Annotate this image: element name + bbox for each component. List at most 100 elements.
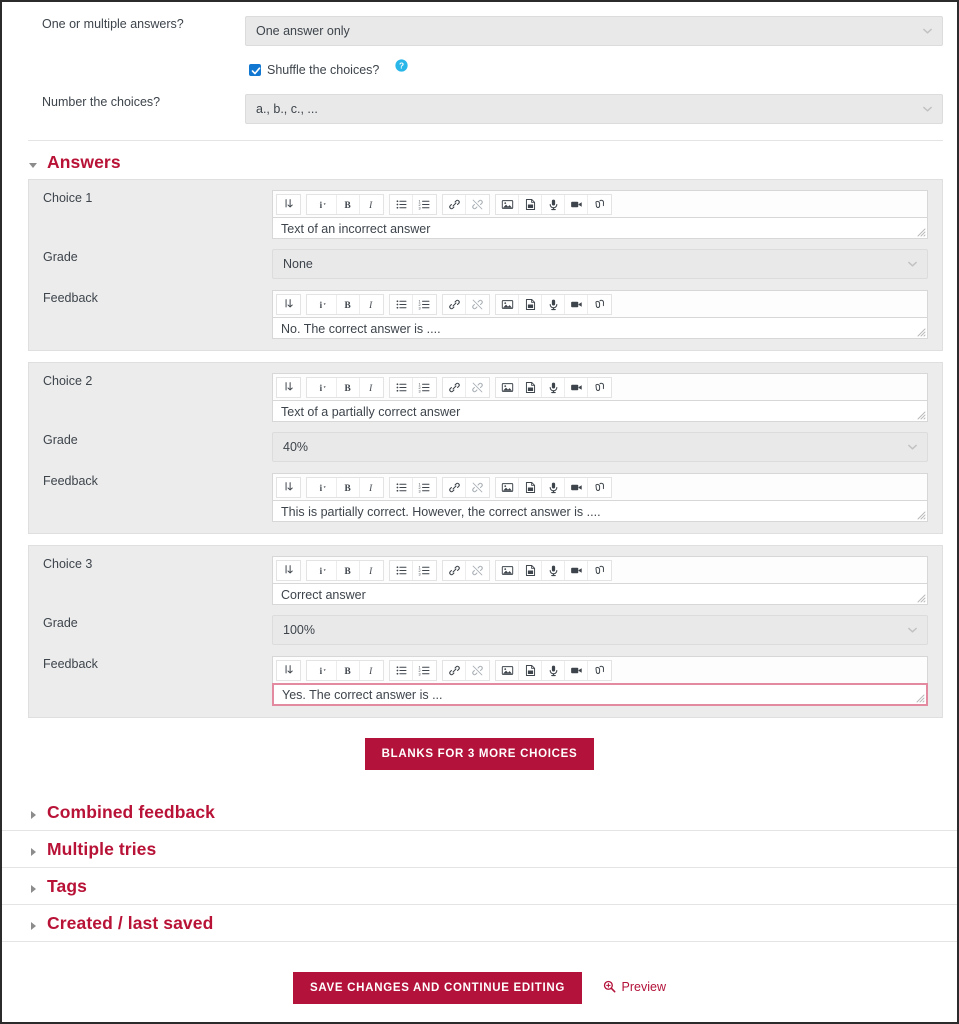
- choice-text-input[interactable]: Correct answer: [272, 583, 928, 605]
- toolbar-button-link[interactable]: [443, 194, 466, 214]
- toolbar-button-numbered-list[interactable]: 123: [413, 195, 436, 214]
- chevron-right-icon[interactable]: [28, 881, 38, 893]
- toolbar-button-bold[interactable]: B: [337, 377, 360, 397]
- toolbar-button-microphone[interactable]: [542, 377, 565, 397]
- toolbar-button-numbered-list[interactable]: 123: [413, 661, 436, 680]
- answers-type-select[interactable]: One answer only: [245, 16, 943, 46]
- toolbar-button-numbered-list[interactable]: 123: [413, 295, 436, 314]
- toolbar-button-link[interactable]: [443, 477, 466, 497]
- section-title-answers[interactable]: Answers: [47, 152, 121, 173]
- section-title[interactable]: Tags: [47, 876, 87, 897]
- toolbar-button-file[interactable]: [519, 377, 542, 397]
- toolbar-button-image[interactable]: [496, 294, 519, 314]
- toolbar-button-manage-files[interactable]: [588, 195, 611, 214]
- section-header-collapsed[interactable]: Multiple tries: [2, 831, 957, 868]
- toolbar-button-image[interactable]: [496, 194, 519, 214]
- chevron-right-icon[interactable]: [28, 918, 38, 930]
- help-circle-icon[interactable]: ?: [395, 58, 408, 72]
- toolbar-button-unlink[interactable]: [466, 195, 489, 214]
- toolbar-button-italic[interactable]: I: [360, 295, 383, 314]
- numbering-select[interactable]: a., b., c., ...: [245, 94, 943, 124]
- toolbar-button-numbered-list[interactable]: 123: [413, 478, 436, 497]
- toolbar-button-manage-files[interactable]: [588, 561, 611, 580]
- toolbar-button-video-camera[interactable]: [565, 660, 588, 680]
- toolbar-button-italic[interactable]: I: [360, 478, 383, 497]
- preview-link[interactable]: Preview: [603, 980, 666, 994]
- section-title[interactable]: Created / last saved: [47, 913, 213, 934]
- choice-text-input[interactable]: Text of an incorrect answer: [272, 217, 928, 239]
- toolbar-button-file[interactable]: [519, 660, 542, 680]
- toolbar-button-info-dropdown[interactable]: i: [307, 660, 337, 680]
- chevron-right-icon[interactable]: [28, 807, 38, 819]
- toolbar-button-unlink[interactable]: [466, 378, 489, 397]
- toolbar-button-unlink[interactable]: [466, 478, 489, 497]
- toolbar-button-file[interactable]: [519, 560, 542, 580]
- toolbar-button-link[interactable]: [443, 294, 466, 314]
- toolbar-button-bold[interactable]: B: [337, 560, 360, 580]
- toolbar-button-video-camera[interactable]: [565, 377, 588, 397]
- toolbar-button-bold[interactable]: B: [337, 660, 360, 680]
- toolbar-button-video-camera[interactable]: [565, 560, 588, 580]
- toolbar-button-paragraph-style[interactable]: [277, 561, 300, 580]
- feedback-text-input[interactable]: This is partially correct. However, the …: [272, 500, 928, 522]
- toolbar-button-microphone[interactable]: [542, 294, 565, 314]
- toolbar-button-microphone[interactable]: [542, 477, 565, 497]
- toolbar-button-bullet-list[interactable]: [390, 377, 413, 397]
- toolbar-button-manage-files[interactable]: [588, 378, 611, 397]
- toolbar-button-info-dropdown[interactable]: i: [307, 194, 337, 214]
- toolbar-button-manage-files[interactable]: [588, 478, 611, 497]
- toolbar-button-bullet-list[interactable]: [390, 294, 413, 314]
- toolbar-button-image[interactable]: [496, 477, 519, 497]
- toolbar-button-unlink[interactable]: [466, 295, 489, 314]
- toolbar-button-link[interactable]: [443, 560, 466, 580]
- toolbar-button-video-camera[interactable]: [565, 294, 588, 314]
- toolbar-button-info-dropdown[interactable]: i: [307, 560, 337, 580]
- toolbar-button-bullet-list[interactable]: [390, 477, 413, 497]
- save-and-continue-button[interactable]: SAVE CHANGES AND CONTINUE EDITING: [293, 972, 583, 1004]
- toolbar-button-link[interactable]: [443, 377, 466, 397]
- toolbar-button-italic[interactable]: I: [360, 661, 383, 680]
- toolbar-button-paragraph-style[interactable]: [277, 478, 300, 497]
- toolbar-button-file[interactable]: [519, 477, 542, 497]
- toolbar-button-paragraph-style[interactable]: [277, 378, 300, 397]
- toolbar-button-file[interactable]: [519, 294, 542, 314]
- grade-select[interactable]: None: [272, 249, 928, 279]
- toolbar-button-unlink[interactable]: [466, 661, 489, 680]
- section-header-collapsed[interactable]: Tags: [2, 868, 957, 905]
- toolbar-button-paragraph-style[interactable]: [277, 195, 300, 214]
- toolbar-button-italic[interactable]: I: [360, 378, 383, 397]
- toolbar-button-bullet-list[interactable]: [390, 194, 413, 214]
- toolbar-button-link[interactable]: [443, 660, 466, 680]
- section-header-collapsed[interactable]: Combined feedback: [2, 794, 957, 831]
- toolbar-button-numbered-list[interactable]: 123: [413, 378, 436, 397]
- section-header-collapsed[interactable]: Created / last saved: [2, 905, 957, 942]
- toolbar-button-bullet-list[interactable]: [390, 660, 413, 680]
- toolbar-button-info-dropdown[interactable]: i: [307, 377, 337, 397]
- toolbar-button-italic[interactable]: I: [360, 561, 383, 580]
- toolbar-button-video-camera[interactable]: [565, 194, 588, 214]
- toolbar-button-manage-files[interactable]: [588, 661, 611, 680]
- chevron-right-icon[interactable]: [28, 844, 38, 856]
- blanks-for-more-choices-button[interactable]: BLANKS FOR 3 MORE CHOICES: [364, 738, 595, 770]
- toolbar-button-bold[interactable]: B: [337, 294, 360, 314]
- section-title[interactable]: Multiple tries: [47, 839, 156, 860]
- toolbar-button-microphone[interactable]: [542, 660, 565, 680]
- toolbar-button-bold[interactable]: B: [337, 194, 360, 214]
- choice-text-input[interactable]: Text of a partially correct answer: [272, 400, 928, 422]
- toolbar-button-paragraph-style[interactable]: [277, 661, 300, 680]
- shuffle-checkbox[interactable]: [249, 64, 261, 76]
- toolbar-button-numbered-list[interactable]: 123: [413, 561, 436, 580]
- grade-select[interactable]: 100%: [272, 615, 928, 645]
- toolbar-button-microphone[interactable]: [542, 560, 565, 580]
- toolbar-button-image[interactable]: [496, 660, 519, 680]
- toolbar-button-info-dropdown[interactable]: i: [307, 477, 337, 497]
- toolbar-button-image[interactable]: [496, 560, 519, 580]
- toolbar-button-manage-files[interactable]: [588, 295, 611, 314]
- toolbar-button-microphone[interactable]: [542, 194, 565, 214]
- feedback-text-input[interactable]: Yes. The correct answer is ...: [272, 683, 928, 706]
- toolbar-button-bold[interactable]: B: [337, 477, 360, 497]
- grade-select[interactable]: 40%: [272, 432, 928, 462]
- section-title[interactable]: Combined feedback: [47, 802, 215, 823]
- toolbar-button-italic[interactable]: I: [360, 195, 383, 214]
- toolbar-button-video-camera[interactable]: [565, 477, 588, 497]
